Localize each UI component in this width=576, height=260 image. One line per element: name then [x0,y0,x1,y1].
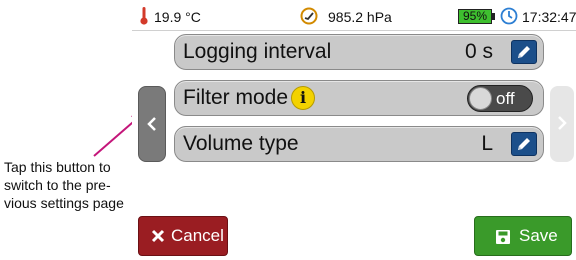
close-icon [151,229,165,243]
pencil-icon [518,138,530,150]
pencil-icon [518,46,530,58]
time-readout: 17:32:47 [522,9,576,25]
floppy-disk-icon [496,230,510,244]
setting-value: 0 s [464,40,493,63]
pressure-readout: 985.2 hPa [328,9,392,25]
thermometer-icon [140,7,148,25]
save-button[interactable]: Save [474,216,572,256]
setting-label: Filter mode [183,86,289,109]
temperature-readout: 19.9 °C [154,9,201,25]
toggle-knob [469,87,492,110]
setting-row-filter-mode[interactable]: Filter mode i off [174,80,544,116]
save-label: Save [519,226,558,245]
next-page-button[interactable] [550,86,574,162]
annotation-text: Tap this button to switch to the pre-vio… [4,159,124,211]
filter-mode-toggle[interactable]: off [467,85,533,112]
setting-label: Volume type [183,132,299,155]
edit-button[interactable] [511,132,537,156]
chevron-right-icon [558,116,567,130]
battery-tip [492,13,495,20]
setting-row-volume-type[interactable]: Volume type L [174,126,544,162]
toggle-state: off [496,89,515,108]
clock-icon [500,7,518,25]
edit-button[interactable] [511,40,537,64]
chevron-left-icon [147,117,156,131]
setting-value: L [481,132,493,155]
device-screen: 19.9 °C 985.2 hPa 95% 17:32:47 Logging i… [132,0,576,260]
setting-label: Logging interval [183,40,332,63]
cancel-label: Cancel [171,226,224,245]
battery-indicator: 95% [458,9,492,24]
setting-row-logging-interval[interactable]: Logging interval 0 s [174,34,544,70]
previous-page-button[interactable] [138,86,166,162]
pressure-gauge-icon [300,7,318,25]
info-icon[interactable]: i [291,86,315,110]
status-bar: 19.9 °C 985.2 hPa 95% 17:32:47 [132,0,576,31]
cancel-button[interactable]: Cancel [138,216,228,256]
